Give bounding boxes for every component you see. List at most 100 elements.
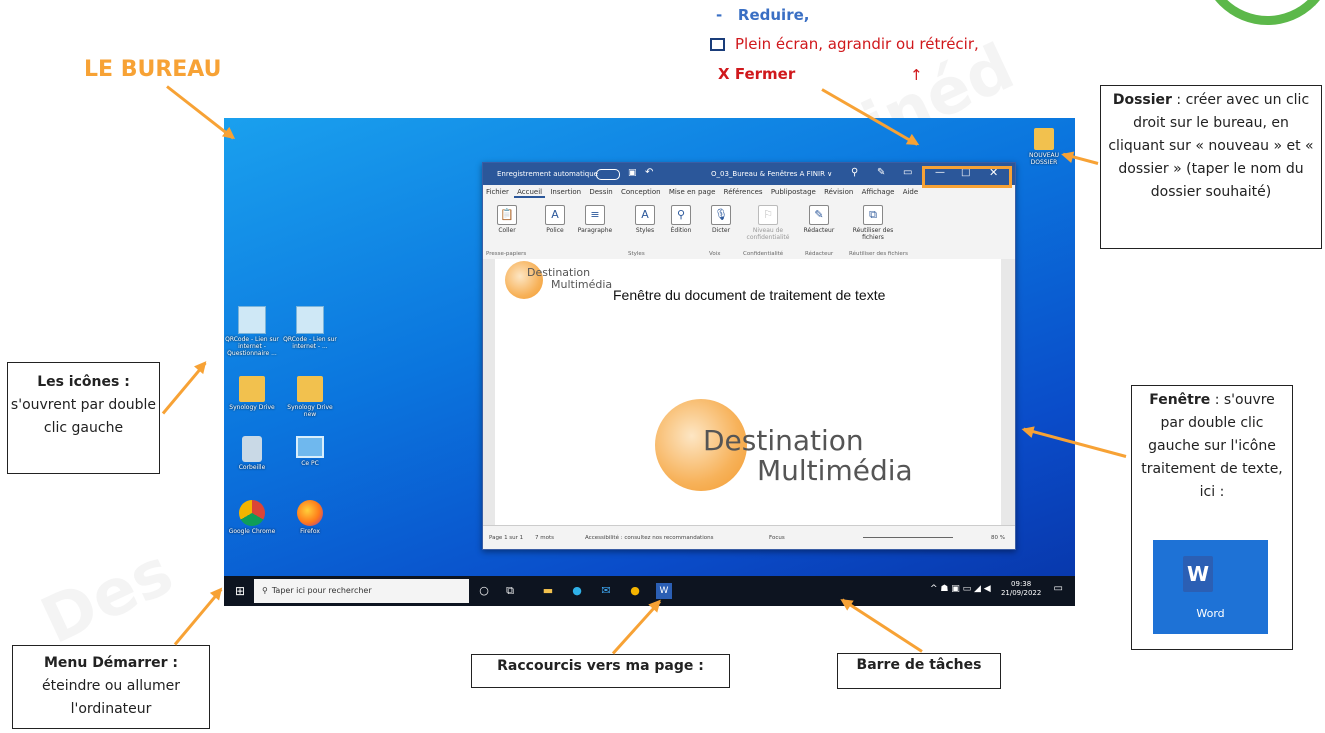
tab-accueil[interactable]: Accueil [514, 185, 546, 198]
cortana-icon[interactable]: ○ [476, 583, 492, 599]
arrow-barre [841, 598, 923, 653]
chrome-icon [239, 500, 265, 526]
dictate-button[interactable]: 🎙 Dicter [701, 205, 741, 234]
status-bar: Page 1 sur 1 7 mots Accessibilité : cons… [483, 525, 1015, 549]
editor-icon: ✎ [809, 205, 829, 225]
tray-icons[interactable]: ^ ☗ ▣ ▭ ◢ ◀ [930, 584, 991, 594]
zoom-slider[interactable] [863, 537, 953, 538]
folder-icon [239, 376, 265, 402]
clock-date: 21/09/2022 [1000, 589, 1042, 597]
tab-aide[interactable]: Aide [900, 185, 921, 196]
desktop[interactable]: QRCode - Lien sur internet - Questionnai… [224, 118, 1075, 606]
paragraph-icon: ≡ [585, 205, 605, 225]
tab-affichage[interactable]: Affichage [859, 185, 898, 196]
note-icones: Les icônes : s'ouvrent par double clic ga… [7, 362, 160, 474]
paste-icon: 📋 [497, 205, 517, 225]
taskbar-search[interactable]: ⚲ Taper ici pour rechercher [254, 579, 469, 603]
styles-button[interactable]: A Styles [625, 205, 665, 234]
task-view-icon[interactable]: ⧉ [502, 583, 518, 599]
note-dossier: Dossier : créer avec un clic droit sur l… [1100, 85, 1322, 249]
reuse-files-button[interactable]: ⧉ Réutiliser des fichiers [849, 205, 897, 241]
group-label: Rédacteur [805, 251, 834, 257]
windows-start-button[interactable]: ⊞ [232, 583, 248, 599]
chrome-taskbar-icon[interactable]: ● [627, 583, 643, 599]
page-count: Page 1 sur 1 [489, 535, 524, 541]
maximize-icon [710, 38, 725, 51]
search-icon: ⚲ [671, 205, 691, 225]
notification-icon[interactable]: ▭ [1054, 583, 1063, 594]
note-barre-taches: Barre de tâches [837, 653, 1001, 689]
qrcode-icon [238, 306, 266, 334]
window-controls-highlight [922, 166, 1012, 188]
sensitivity-button[interactable]: ⚐ Niveau de confidentialité [743, 205, 793, 241]
folder-icon [297, 376, 323, 402]
recycle-bin-icon [242, 436, 262, 462]
group-label: Presse-papiers [486, 251, 527, 257]
tab-publipostage[interactable]: Publipostage [768, 185, 819, 196]
microphone-icon: 🎙 [711, 205, 731, 225]
search-icon[interactable]: ⚲ [851, 167, 858, 178]
autosave-toggle[interactable] [596, 169, 620, 180]
styles-icon: A [635, 205, 655, 225]
brand-large-line2: Multimédia [757, 454, 913, 487]
watermark: Des [31, 535, 184, 659]
desktop-icon-qrcode-1[interactable]: QRCode - Lien sur internet - Questionnai… [224, 306, 280, 357]
reuse-files-icon: ⧉ [863, 205, 883, 225]
arrow-bureau [166, 85, 235, 140]
folder-icon [1034, 128, 1054, 150]
paragraph-button[interactable]: ≡ Paragraphe [575, 205, 615, 234]
font-button[interactable]: A Police [535, 205, 575, 234]
tab-references[interactable]: Références [721, 185, 766, 196]
desktop-icon-synology[interactable]: Synology Drive [224, 376, 280, 411]
save-icon[interactable]: ▣ [628, 168, 637, 178]
tab-insertion[interactable]: Insertion [547, 185, 584, 196]
editor-button[interactable]: ✎ Rédacteur [799, 205, 839, 234]
tab-revision[interactable]: Révision [821, 185, 856, 196]
arrow-raccourcis [611, 600, 661, 655]
word-window[interactable]: Enregistrement automatique ▣ ↶ O_03_Bure… [482, 162, 1016, 550]
tab-fichier[interactable]: Fichier [483, 185, 512, 196]
ribbon-display-icon[interactable]: ▭ [903, 167, 912, 178]
paste-button[interactable]: 📋 Coller [487, 205, 527, 234]
page-title: LE BUREAU [84, 57, 222, 82]
legend-reduce: - Reduire, [716, 6, 810, 24]
edition-button[interactable]: ⚲ Édition [661, 205, 701, 234]
ribbon: 📋 Coller A Police ≡ Paragraphe A Styles ⚲ Édi… [483, 201, 1015, 260]
tab-mise-en-page[interactable]: Mise en page [666, 185, 719, 196]
desktop-icon-recycle-bin[interactable]: Corbeille [224, 436, 280, 471]
system-tray: ^ ☗ ▣ ▭ ◢ ◀ 09:38 21/09/2022 ▭ [930, 580, 1063, 598]
note-menu-demarrer: Menu Démarrer : éteindre ou allumer l'ord… [12, 645, 210, 729]
document-page[interactable]: Destination Multimédia Fenêtre du docume… [495, 259, 1001, 525]
legend-close: X Fermer [718, 65, 796, 83]
arrow-icones [161, 361, 207, 415]
word-icon-label: Word [1196, 607, 1225, 620]
desktop-icon-synology-new[interactable]: Synology Drive new [282, 376, 338, 418]
pen-icon[interactable]: ✎ [877, 167, 885, 178]
group-label: Voix [709, 251, 721, 257]
search-placeholder: Taper ici pour rechercher [271, 586, 372, 595]
file-explorer-icon[interactable]: ▬ [540, 583, 556, 599]
clock-time: 09:38 [1011, 580, 1032, 588]
accessibility-status[interactable]: Accessibilité : consultez nos recommanda… [585, 526, 713, 549]
undo-icon[interactable]: ↶ [645, 167, 653, 178]
desktop-icon-firefox[interactable]: Firefox [282, 500, 338, 535]
legend-fullscreen: Plein écran, agrandir ou rétrécir, [710, 35, 979, 53]
group-label: Styles [628, 251, 645, 257]
document-title: O_03_Bureau & Fenêtres A FINIR ∨ [711, 170, 833, 178]
word-count: 7 mots [535, 535, 554, 541]
document-heading: Fenêtre du document de traitement de tex… [613, 287, 886, 303]
mail-icon[interactable]: ✉ [598, 583, 614, 599]
word-app-icon: W Word [1153, 540, 1268, 634]
edge-icon[interactable]: ● [569, 583, 585, 599]
focus-button[interactable]: Focus [769, 526, 785, 549]
desktop-icon-qrcode-2[interactable]: QRCode - Lien sur internet - ... [282, 306, 338, 350]
search-icon: ⚲ [262, 586, 268, 595]
desktop-icon-this-pc[interactable]: Ce PC [282, 436, 338, 467]
brand-large-line1: Destination [703, 424, 864, 457]
note-raccourcis: Raccourcis vers ma page : [471, 654, 730, 688]
group-label: Confidentialité [743, 251, 784, 257]
tab-conception[interactable]: Conception [618, 185, 664, 196]
autosave-label: Enregistrement automatique [497, 170, 598, 178]
desktop-icon-chrome[interactable]: Google Chrome [224, 500, 280, 535]
tab-dessin[interactable]: Dessin [586, 185, 615, 196]
